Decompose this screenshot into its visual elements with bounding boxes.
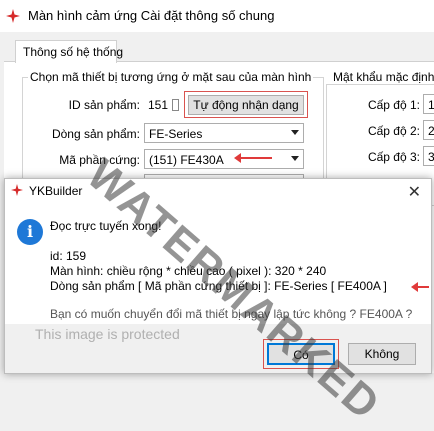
- password-group-title: Mật khẩu mặc định c: [331, 70, 434, 84]
- hardware-code-value: (151) FE430A: [149, 153, 224, 167]
- app-logo-icon: [11, 184, 23, 196]
- dialog-title: YKBuilder: [29, 184, 83, 198]
- chevron-down-icon: [291, 130, 299, 135]
- annotation-arrow: [411, 282, 429, 292]
- message-line-2: id: 159: [50, 249, 87, 263]
- dialog-title-bar: YKBuilder ✕: [5, 179, 431, 203]
- level-1-input[interactable]: 1: [423, 94, 434, 114]
- level-1-label: Cấp độ 1:: [367, 98, 420, 112]
- close-icon[interactable]: ✕: [408, 182, 421, 202]
- device-group-title: Chọn mã thiết bị tương ứng ở mặt sau của…: [28, 70, 314, 84]
- protected-notice: This image is protected: [35, 326, 180, 342]
- level-2-input[interactable]: 2: [423, 120, 434, 140]
- product-id-label: ID sản phẩm:: [68, 98, 140, 112]
- product-line-label: Dòng sản phẩm:: [51, 127, 140, 141]
- level-2-label: Cấp độ 2:: [367, 124, 420, 138]
- product-id-value: 151: [148, 98, 169, 112]
- tab-label: Thông số hệ thống: [23, 45, 124, 59]
- auto-detect-button[interactable]: Tự động nhận dạng: [188, 95, 304, 115]
- no-button[interactable]: Không: [348, 343, 416, 365]
- product-id-spinner[interactable]: [172, 99, 179, 111]
- app-logo-icon: [6, 9, 20, 23]
- annotation-arrow: [234, 153, 272, 163]
- product-line-value: FE-Series: [149, 127, 203, 141]
- level-3-label: Cấp độ 3:: [367, 150, 420, 164]
- hardware-code-select[interactable]: (151) FE430A: [144, 149, 304, 169]
- level-3-input[interactable]: 3: [423, 146, 434, 166]
- tab-system-params[interactable]: Thông số hệ thống: [15, 40, 123, 63]
- title-bar: Màn hình cảm ứng Cài đặt thông số chung: [0, 0, 434, 32]
- chevron-down-icon: [291, 156, 299, 161]
- product-line-select[interactable]: FE-Series: [144, 123, 304, 143]
- window-title: Màn hình cảm ứng Cài đặt thông số chung: [28, 8, 275, 23]
- info-icon: i: [17, 219, 43, 245]
